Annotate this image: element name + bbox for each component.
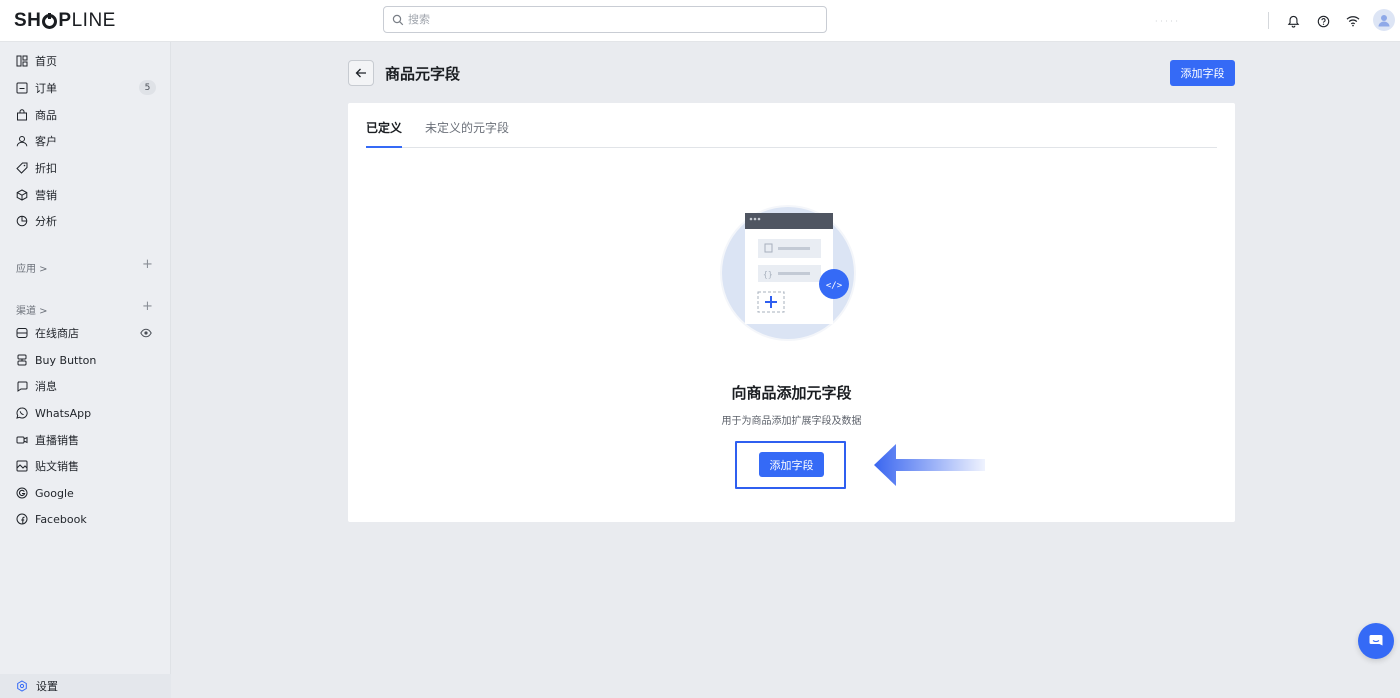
empty-state-description: 用于为商品添加扩展字段及数据 bbox=[721, 416, 862, 427]
back-button[interactable] bbox=[348, 60, 374, 86]
shopline-logo[interactable]: SH P LINE bbox=[14, 10, 116, 32]
sidebar-item-label: 分析 bbox=[35, 215, 57, 228]
orders-count-badge: 5 bbox=[139, 80, 156, 95]
bell-icon[interactable] bbox=[1283, 11, 1303, 31]
sidebar-item-orders[interactable]: 订单 5 bbox=[0, 76, 171, 100]
analytics-icon bbox=[16, 215, 28, 227]
wifi-icon[interactable] bbox=[1343, 11, 1363, 31]
user-icon bbox=[1378, 14, 1390, 26]
tab-defined[interactable]: 已定义 bbox=[366, 119, 402, 136]
sidebar-item-analytics[interactable]: 分析 bbox=[0, 209, 171, 233]
logo-power-glyph bbox=[42, 12, 58, 29]
logo-text-mid: P bbox=[58, 10, 72, 31]
home-icon bbox=[16, 55, 28, 67]
sidebar-item-facebook[interactable]: Facebook bbox=[0, 507, 171, 531]
settings-gear-icon bbox=[17, 680, 27, 692]
chat-bubble-icon bbox=[1369, 635, 1383, 646]
search-bar[interactable] bbox=[383, 6, 827, 33]
sidebar-item-home[interactable]: 首页 bbox=[0, 49, 171, 73]
sidebar-item-label: WhatsApp bbox=[35, 406, 92, 420]
sidebar-item-label: Facebook bbox=[35, 512, 87, 526]
orders-icon bbox=[16, 82, 28, 94]
sidebar-item-post-sales[interactable]: 贴文销售 bbox=[0, 454, 171, 478]
tab-undefined-metafields[interactable]: 未定义的元字段 bbox=[425, 119, 509, 136]
sidebar-item-label: 订单 bbox=[35, 82, 57, 95]
sidebar-item-label: 设置 bbox=[36, 680, 58, 693]
whatsapp-icon bbox=[16, 407, 28, 419]
discount-tag-icon bbox=[16, 162, 28, 174]
sidebar-item-label: 贴文销售 bbox=[35, 460, 79, 473]
sidebar-item-marketing[interactable]: 营销 bbox=[0, 183, 171, 207]
sidebar-item-buy-button[interactable]: Buy Button bbox=[0, 348, 171, 372]
sidebar-item-settings[interactable]: 设置 bbox=[0, 674, 171, 698]
store-name[interactable]: · · · · · bbox=[1155, 17, 1215, 26]
sidebar: 首页 订单 5 商品 客户 折扣 营销 分析 应用 > + 渠道 > + 在线商… bbox=[0, 42, 171, 698]
add-app-plus-icon[interactable]: + bbox=[142, 257, 153, 272]
top-bar: SH PLINE · · · · · bbox=[0, 0, 1400, 42]
eye-icon[interactable] bbox=[140, 327, 152, 339]
sidebar-item-label: 首页 bbox=[35, 55, 57, 68]
sidebar-item-label: Google bbox=[35, 486, 74, 500]
buy-button-icon bbox=[17, 354, 27, 366]
sidebar-item-label: 直播销售 bbox=[35, 434, 79, 447]
facebook-icon bbox=[16, 513, 28, 525]
channels-section-label[interactable]: 渠道 > bbox=[16, 302, 48, 317]
avatar[interactable] bbox=[1373, 9, 1395, 31]
tab-bar: 已定义 未定义的元字段 bbox=[366, 103, 1217, 148]
apps-section-label[interactable]: 应用 > bbox=[16, 260, 48, 275]
sidebar-item-label: 商品 bbox=[35, 109, 57, 122]
marketing-icon bbox=[16, 189, 28, 201]
google-icon bbox=[16, 487, 28, 499]
metafields-card: 已定义 未定义的元字段 {} </> 向商品添加元字段 用于为商品添加扩展字段及… bbox=[348, 103, 1235, 522]
sidebar-item-label: 营销 bbox=[35, 189, 57, 202]
sidebar-item-google[interactable]: Google bbox=[0, 481, 171, 505]
search-input[interactable] bbox=[408, 13, 808, 26]
empty-add-field-button[interactable]: 添加字段 bbox=[759, 452, 824, 477]
svg-text:{}: {} bbox=[763, 270, 773, 279]
sidebar-item-messages[interactable]: 消息 bbox=[0, 374, 171, 398]
sidebar-item-label: 在线商店 bbox=[35, 327, 79, 340]
svg-text:</>: </> bbox=[826, 281, 843, 291]
sidebar-item-label: 消息 bbox=[35, 380, 57, 393]
post-sales-icon bbox=[16, 460, 28, 472]
logo-text-start: SH bbox=[14, 10, 42, 31]
chat-support-button[interactable] bbox=[1358, 623, 1394, 659]
product-bag-icon bbox=[17, 109, 27, 121]
active-tab-indicator bbox=[366, 146, 402, 148]
customer-icon bbox=[16, 136, 28, 147]
message-icon bbox=[17, 381, 28, 392]
sidebar-item-products[interactable]: 商品 bbox=[0, 103, 171, 127]
search-icon bbox=[392, 14, 404, 25]
logo-text-end: LINE bbox=[71, 10, 116, 31]
sidebar-item-label: 客户 bbox=[35, 135, 57, 148]
arrow-left-icon bbox=[355, 68, 366, 78]
sidebar-item-whatsapp[interactable]: WhatsApp bbox=[0, 401, 171, 425]
add-field-button[interactable]: 添加字段 bbox=[1170, 60, 1235, 86]
empty-state-illustration: {} </> bbox=[720, 205, 856, 341]
live-sales-icon bbox=[16, 436, 28, 444]
add-channel-plus-icon[interactable]: + bbox=[142, 299, 153, 314]
sidebar-item-discounts[interactable]: 折扣 bbox=[0, 156, 171, 180]
help-icon[interactable] bbox=[1313, 11, 1333, 31]
header-divider bbox=[1268, 12, 1269, 29]
sidebar-item-label: 折扣 bbox=[35, 162, 57, 175]
sidebar-item-label: Buy Button bbox=[35, 353, 97, 367]
sidebar-item-online-store[interactable]: 在线商店 bbox=[0, 321, 171, 345]
page-title: 商品元字段 bbox=[385, 65, 461, 83]
sidebar-item-live-sales[interactable]: 直播销售 bbox=[0, 428, 171, 452]
pointer-arrow-icon bbox=[874, 444, 985, 486]
empty-state-title: 向商品添加元字段 bbox=[731, 384, 852, 402]
sidebar-item-customers[interactable]: 客户 bbox=[0, 129, 171, 153]
online-store-icon bbox=[16, 328, 28, 338]
